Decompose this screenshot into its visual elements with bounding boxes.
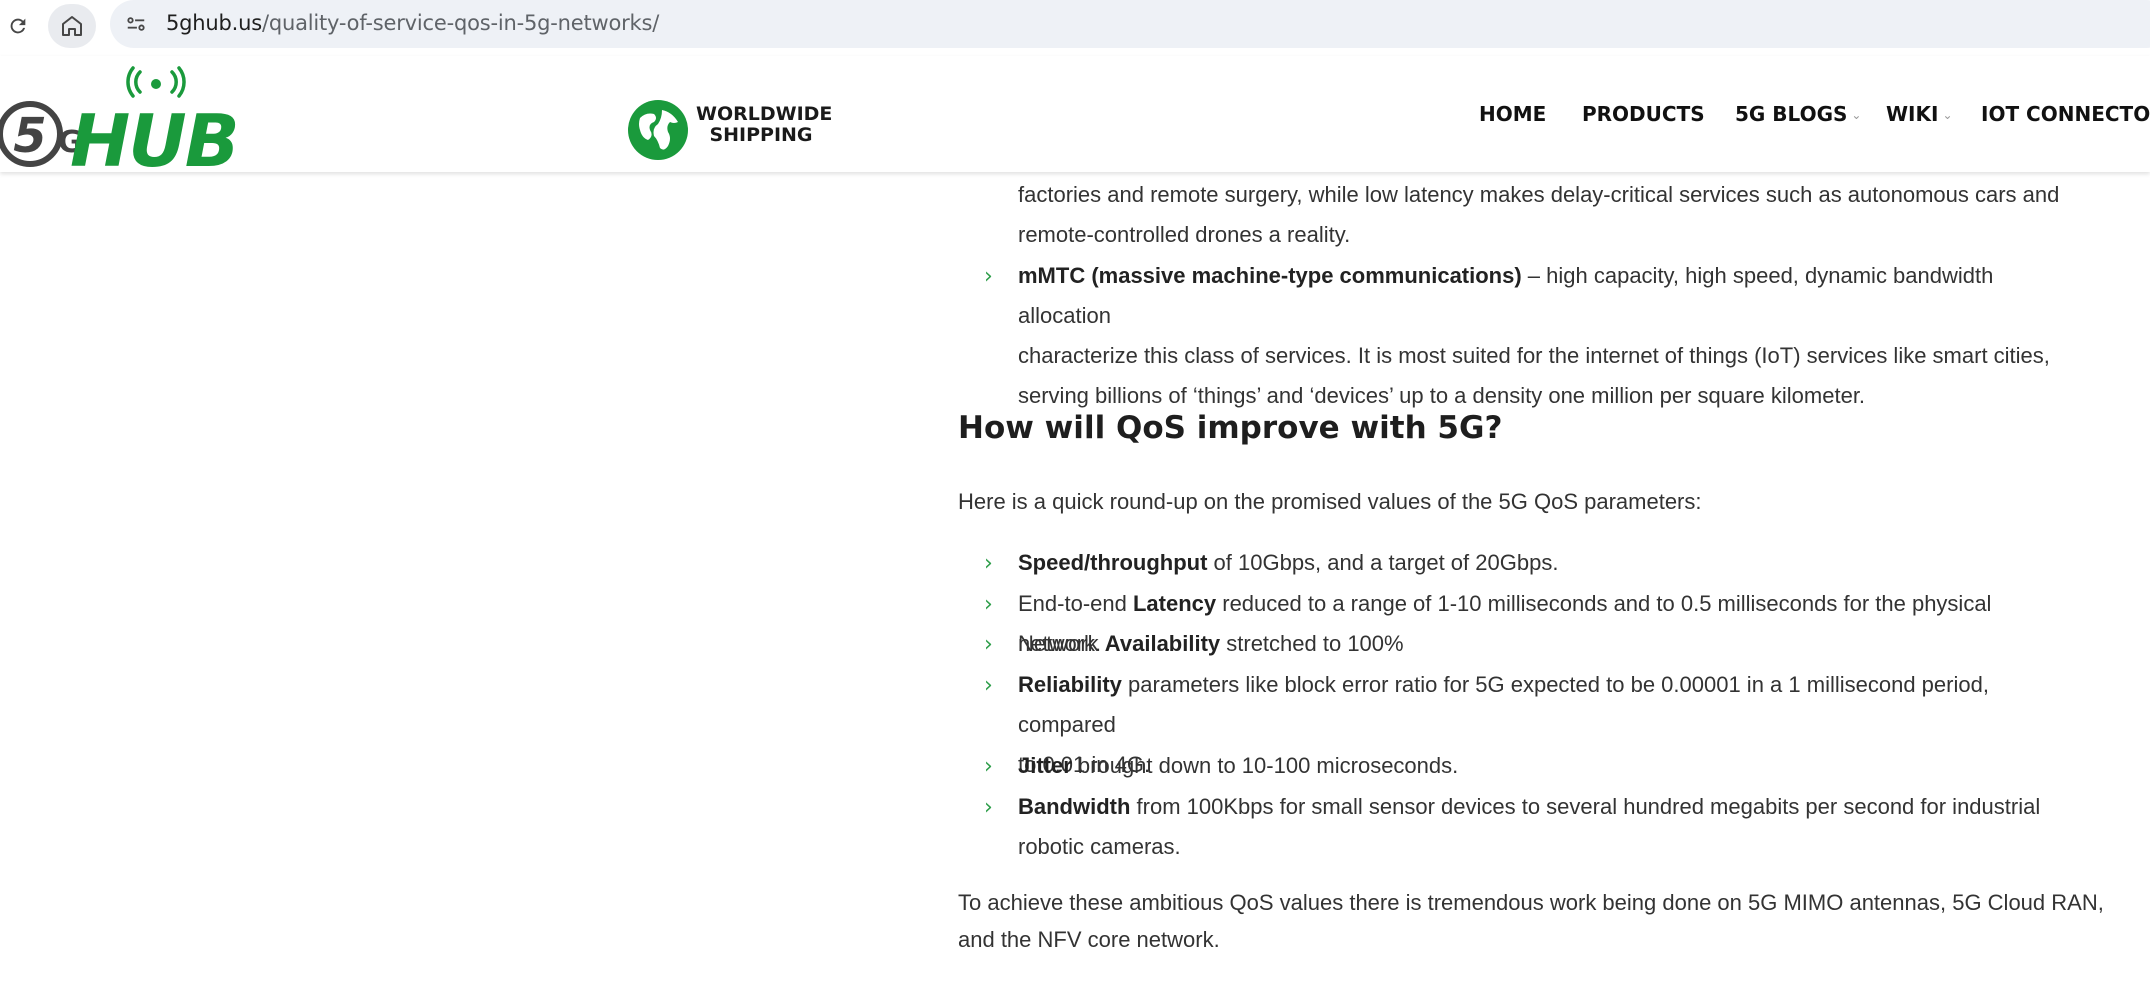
text-fragment: Network bbox=[1018, 631, 1105, 656]
text-line: robotic cameras. bbox=[1018, 834, 1181, 859]
chevron-down-icon: ⌄ bbox=[1942, 108, 1953, 122]
site-logo[interactable]: 5 G HUB bbox=[0, 62, 260, 183]
nav-item-wiki[interactable]: WIKI ⌄ bbox=[1886, 102, 1953, 126]
chevron-right-icon: › bbox=[984, 264, 993, 289]
home-icon bbox=[62, 16, 82, 36]
5g-hub-logo-icon: 5 G HUB bbox=[0, 66, 240, 183]
nav-label: WIKI bbox=[1886, 102, 1939, 126]
svg-text:HUB: HUB bbox=[70, 99, 238, 170]
nav-item-iot-connector[interactable]: IOT CONNECTOR bbox=[1981, 102, 2150, 126]
text-fragment: brought down to 10-100 microseconds. bbox=[1071, 753, 1459, 778]
reload-button[interactable] bbox=[0, 4, 42, 48]
nav-item-products[interactable]: PRODUCTS bbox=[1582, 102, 1705, 126]
text-line: characterize this class of services. It … bbox=[1018, 343, 2050, 368]
nav-label: 5G BLOGS bbox=[1735, 102, 1848, 126]
nav-label: IOT CONNECTOR bbox=[1981, 102, 2150, 126]
chevron-right-icon: › bbox=[984, 795, 993, 820]
chevron-right-icon: › bbox=[984, 754, 993, 779]
nav-item-home[interactable]: HOME bbox=[1479, 102, 1546, 126]
url-text[interactable]: 5ghub.us/quality-of-service-qos-in-5g-ne… bbox=[166, 11, 659, 35]
chevron-right-icon: › bbox=[984, 673, 993, 698]
list-item-text: Speed/throughput of 10Gbps, and a target… bbox=[1018, 543, 2078, 583]
text-line: To achieve these ambitious QoS values th… bbox=[958, 890, 2104, 915]
shipping-line1: WORLDWIDE bbox=[696, 103, 833, 125]
site-header: 5 G HUB WORLDWIDE SHIPPING HOME PRODUCTS… bbox=[0, 56, 2150, 183]
address-bar[interactable]: 5ghub.us/quality-of-service-qos-in-5g-ne… bbox=[110, 0, 2150, 48]
browser-toolbar: 5ghub.us/quality-of-service-qos-in-5g-ne… bbox=[0, 0, 2150, 56]
url-path: /quality-of-service-qos-in-5g-networks/ bbox=[261, 11, 660, 35]
text-fragment: parameters like block error ratio for 5G… bbox=[1018, 672, 1989, 737]
text-fragment: End-to-end bbox=[1018, 591, 1133, 616]
nav-label: PRODUCTS bbox=[1582, 102, 1705, 126]
list-item-text: mMTC (massive machine-type communication… bbox=[1018, 256, 2078, 416]
chevron-right-icon: › bbox=[984, 551, 993, 576]
list-item-text: Network Availability stretched to 100% bbox=[1018, 624, 2078, 664]
reload-icon bbox=[10, 18, 26, 34]
list-item-text: Bandwidth from 100Kbps for small sensor … bbox=[1018, 787, 2078, 867]
text-fragment: of 10Gbps, and a target of 20Gbps. bbox=[1207, 550, 1559, 575]
chevron-right-icon: › bbox=[984, 632, 993, 657]
term-bold: Availability bbox=[1104, 631, 1221, 656]
home-button[interactable] bbox=[48, 4, 96, 48]
list-item-text: Jitter brought down to 10-100 microsecon… bbox=[1018, 746, 2078, 786]
closing-paragraph: To achieve these ambitious QoS values th… bbox=[958, 884, 2108, 958]
term-bold: Speed/throughput bbox=[1018, 550, 1208, 575]
term-bold: Bandwidth bbox=[1018, 794, 1131, 819]
text-line: remote-controlled drones a reality. bbox=[1018, 222, 1351, 247]
text-line: and the NFV core network. bbox=[958, 927, 1220, 952]
term-bold: mMTC (massive machine-type communication… bbox=[1018, 263, 1522, 288]
left-sidebar-blank bbox=[0, 172, 930, 981]
shipping-text: WORLDWIDE SHIPPING bbox=[696, 103, 833, 146]
intro-paragraph: Here is a quick round-up on the promised… bbox=[958, 489, 1702, 514]
chevron-right-icon: › bbox=[984, 592, 993, 617]
worldwide-shipping-badge: WORLDWIDE SHIPPING bbox=[626, 98, 833, 164]
text-fragment: stretched to 100% bbox=[1220, 631, 1404, 656]
nav-label: HOME bbox=[1479, 102, 1547, 126]
text-line: factories and remote surgery, while low … bbox=[1018, 182, 2060, 207]
nav-item-5g-blogs[interactable]: 5G BLOGS ⌄ bbox=[1735, 102, 1861, 126]
section-heading: How will QoS improve with 5G? bbox=[958, 410, 1503, 446]
chevron-down-icon: ⌄ bbox=[1851, 108, 1862, 122]
svg-text:5: 5 bbox=[13, 108, 46, 164]
url-domain: 5ghub.us bbox=[166, 11, 262, 35]
text-fragment: from 100Kbps for small sensor devices to… bbox=[1130, 794, 2041, 819]
term-bold: Reliability bbox=[1018, 672, 1122, 697]
shipping-line2: SHIPPING bbox=[709, 124, 813, 146]
term-bold: Jitter bbox=[1018, 753, 1072, 778]
article-body: factories and remote surgery, while low … bbox=[930, 172, 2150, 981]
list-item-text: factories and remote surgery, while low … bbox=[1018, 175, 2078, 255]
globe-icon bbox=[628, 100, 688, 160]
term-bold: Latency bbox=[1132, 591, 1217, 616]
site-info-icon[interactable] bbox=[124, 12, 148, 36]
